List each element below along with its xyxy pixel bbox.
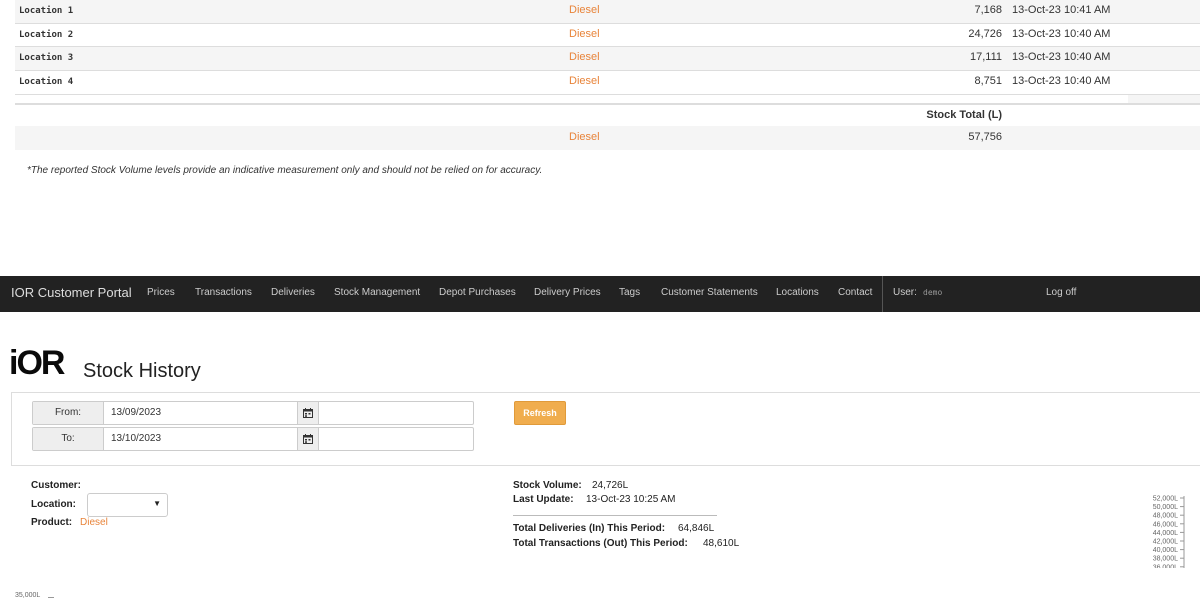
user-label: User: [893,287,917,298]
calendar-icon [303,434,313,444]
stock-volume: 7,168 [974,4,1002,16]
ior-logo: iOR [9,344,65,382]
nav-delivery-prices[interactable]: Delivery Prices [534,287,601,298]
product-link[interactable]: Diesel [569,131,600,143]
stock-volume: 8,751 [974,75,1002,87]
location-label: Location: [31,499,76,510]
nav-contact[interactable]: Contact [838,287,872,298]
customer-label: Customer: [31,480,82,491]
user-name: demo [923,288,943,297]
nav-deliveries[interactable]: Deliveries [271,287,315,298]
from-calendar-button[interactable] [297,402,319,424]
product-value[interactable]: Diesel [80,517,108,528]
row-divider [15,94,1200,95]
y-tick-label: 40,000L [1153,547,1178,554]
transactions-label: Total Transactions (Out) This Period: [513,538,688,549]
last-update-label: Last Update: [513,494,574,505]
table-row: Location 1 Diesel 7,168 13-Oct-23 10:41 … [15,0,1200,23]
product-link[interactable]: Diesel [569,51,600,63]
transactions-value: 48,610L [703,538,740,549]
last-update-value: 13-Oct-23 10:25 AM [586,494,676,505]
last-updated: 13-Oct-23 10:41 AM [1012,4,1111,16]
stock-summary-section: Location 1 Diesel 7,168 13-Oct-23 10:41 … [0,0,1200,200]
product-label: Product: [31,517,73,528]
to-label: To: [33,428,104,450]
nav-customer-statements[interactable]: Customer Statements [661,287,758,298]
product-link[interactable]: Diesel [569,4,600,16]
logoff-link[interactable]: Log off [1046,287,1076,298]
totals-divider [513,515,717,516]
y-tick-label: 46,000L [1153,521,1178,528]
deliveries-label: Total Deliveries (In) This Period: [513,523,666,534]
y-tick-label: 50,000L [1153,504,1178,511]
stock-total-heading: Stock Total (L) [926,109,1002,121]
location-select[interactable]: ▼ [87,493,168,517]
location-name: Location 4 [19,77,74,87]
calendar-icon [303,408,313,418]
stock-total-header-row: Stock Total (L) [15,103,1200,128]
stock-volume-value: 24,726L [592,480,629,491]
nav-locations[interactable]: Locations [776,287,819,298]
to-calendar-button[interactable] [297,428,319,450]
to-date-group: To: 13/10/2023 [32,427,474,451]
location-name: Location 1 [19,6,74,16]
caret-down-icon: ▼ [153,499,161,508]
product-link[interactable]: Diesel [569,28,600,40]
page-title: Stock History [83,360,201,382]
stock-total-row: Diesel 57,756 [15,126,1200,150]
stock-history-chart: 52,000L50,000L 48,000L46,000L 44,000L 42,00… [1153,496,1185,568]
top-navbar: IOR Customer Portal Prices Transactions … [0,276,1200,312]
navbar-divider [882,276,883,312]
stock-total-volume: 57,756 [968,131,1002,143]
brand-link[interactable]: IOR Customer Portal [11,285,132,300]
deliveries-value: 64,846L [678,523,715,534]
y-tick-label: 48,000L [1153,513,1178,520]
product-link[interactable]: Diesel [569,75,600,87]
stock-volume: 24,726 [968,28,1002,40]
y-tick-label: 52,000L [1153,496,1178,503]
to-date-input[interactable]: 13/10/2023 [111,428,161,450]
y-tick-label: 36,000L [1153,564,1178,568]
stock-volume: 17,111 [969,51,1002,63]
y-tick-label: 42,000L [1153,539,1178,546]
refresh-button[interactable]: Refresh [514,401,566,425]
chart-bottom-tick-label: 35,000L [15,592,41,599]
from-date-input[interactable]: 13/09/2023 [111,402,161,424]
location-name: Location 2 [19,30,74,40]
nav-prices[interactable]: Prices [147,287,175,298]
y-tick-label: 38,000L [1153,556,1178,563]
nav-stock-management[interactable]: Stock Management [334,287,420,298]
disclaimer-note: *The reported Stock Volume levels provid… [27,165,543,176]
nav-tags[interactable]: Tags [619,287,640,298]
table-row: Location 2 Diesel 24,726 13-Oct-23 10:40… [15,24,1200,47]
last-updated: 13-Oct-23 10:40 AM [1012,75,1111,87]
last-updated: 13-Oct-23 10:40 AM [1012,28,1111,40]
location-name: Location 3 [19,53,74,63]
from-label: From: [33,402,104,424]
nav-transactions[interactable]: Transactions [195,287,252,298]
table-row: Location 3 Diesel 17,111 13-Oct-23 10:40… [15,47,1200,70]
table-row: Location 4 Diesel 8,751 13-Oct-23 10:40 … [15,71,1200,94]
chart-bottom-tick [48,597,54,598]
nav-depot-purchases[interactable]: Depot Purchases [439,287,516,298]
stock-volume-label: Stock Volume: [513,480,582,491]
from-date-group: From: 13/09/2023 [32,401,474,425]
last-updated: 13-Oct-23 10:40 AM [1012,51,1111,63]
y-tick-label: 44,000L [1153,530,1178,537]
y-axis: 52,000L50,000L 48,000L46,000L 44,000L 42,00… [1153,496,1185,568]
